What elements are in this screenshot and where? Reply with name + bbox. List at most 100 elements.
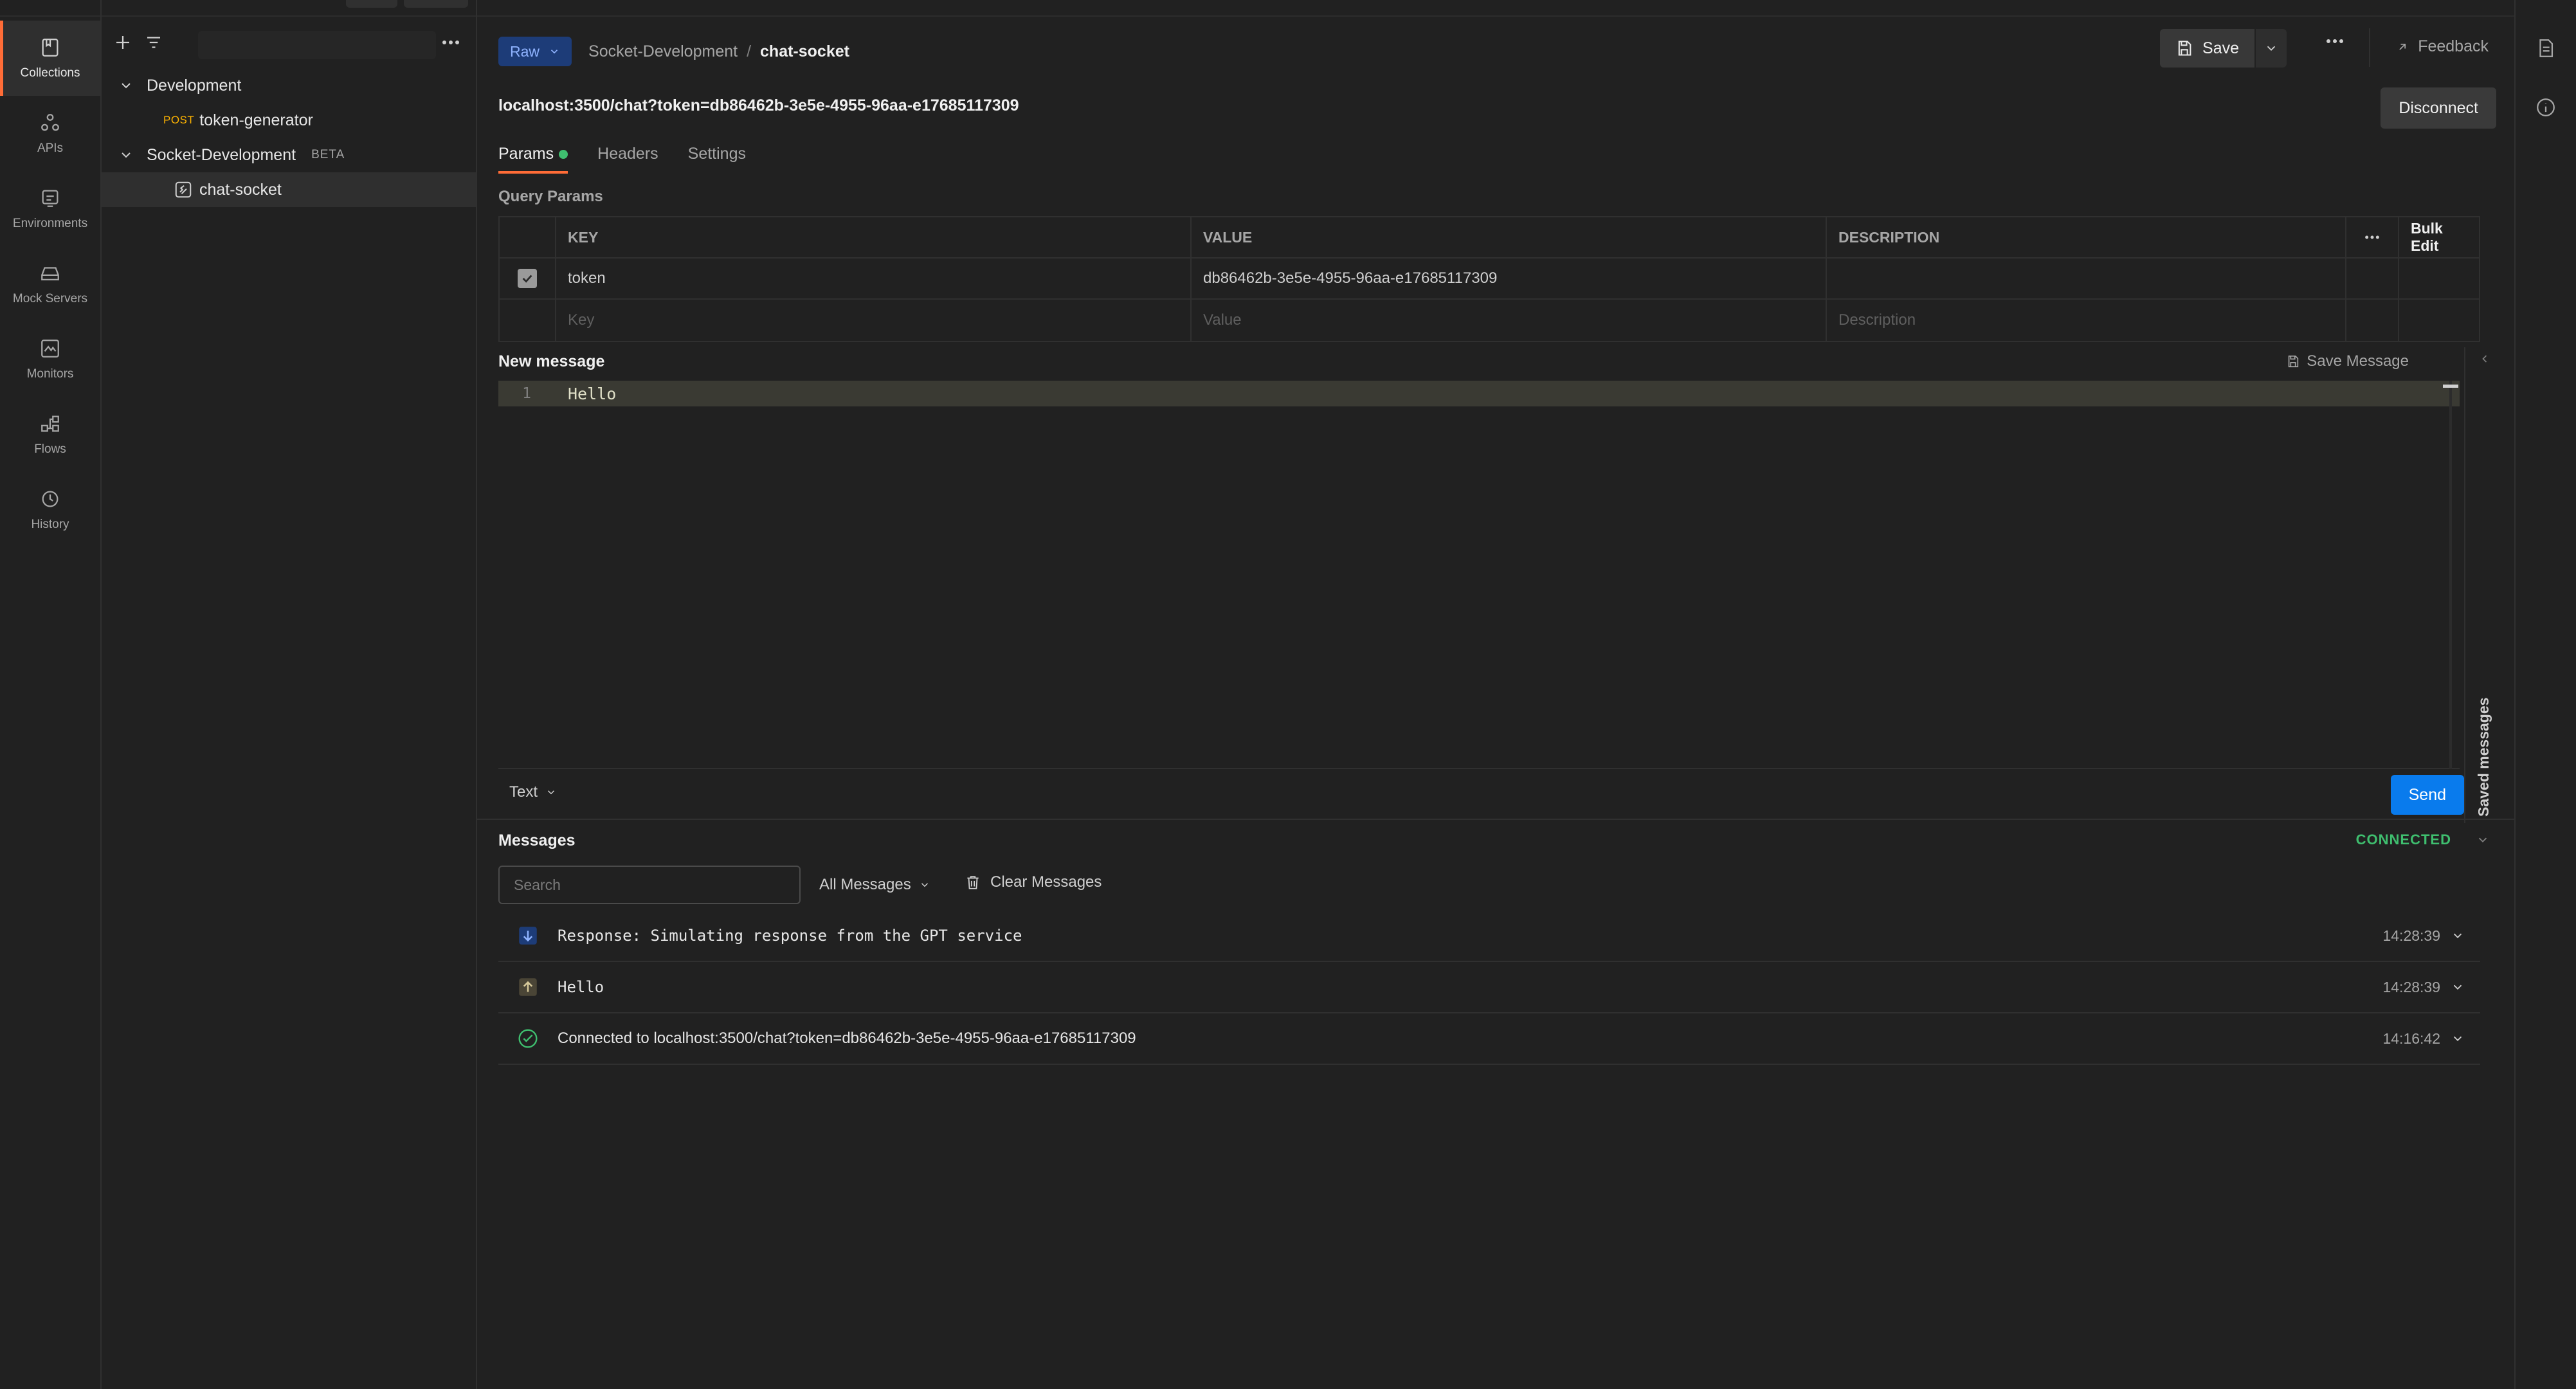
save-button[interactable]: Save xyxy=(2160,29,2254,68)
plus-icon[interactable] xyxy=(113,33,132,52)
empty-cell xyxy=(2399,300,2479,341)
chevron-down-icon[interactable] xyxy=(2451,1031,2465,1046)
rail-item-monitors[interactable]: Monitors xyxy=(0,322,100,397)
chevron-down-icon xyxy=(921,883,928,887)
arrow-up-icon xyxy=(519,978,537,996)
disconnect-button[interactable]: Disconnect xyxy=(2381,87,2496,129)
new-description-input[interactable]: Description xyxy=(1827,300,2346,341)
save-label: Save xyxy=(2202,39,2239,57)
save-message-button[interactable]: Save Message xyxy=(2286,352,2409,370)
history-icon xyxy=(42,491,59,507)
chevron-down-icon[interactable] xyxy=(2476,833,2490,847)
message-row[interactable]: Connected to localhost:3500/chat?token=d… xyxy=(498,1013,2480,1065)
breadcrumb-separator: / xyxy=(747,42,752,60)
tree-item-label: Socket-Development xyxy=(147,145,296,164)
send-button[interactable]: Send xyxy=(2390,775,2464,815)
more-icon[interactable] xyxy=(2325,37,2345,45)
editor-scrollbar[interactable] xyxy=(2443,381,2458,769)
chevron-down-icon[interactable] xyxy=(118,147,134,163)
tab-params[interactable]: Params xyxy=(498,145,568,174)
tab-label: Headers xyxy=(597,145,658,163)
message-row[interactable]: Hello 14:28:39 xyxy=(498,962,2480,1013)
table-row: token db86462b-3e5e-4955-96aa-e176851173… xyxy=(500,259,2479,300)
format-label: Text xyxy=(509,783,538,801)
chevron-down-icon xyxy=(550,50,558,54)
rail-label: History xyxy=(31,517,69,531)
rail-item-collections[interactable]: Collections xyxy=(0,21,100,96)
filter-icon[interactable] xyxy=(144,33,163,52)
empty-cell xyxy=(2399,259,2479,298)
param-value-cell[interactable]: db86462b-3e5e-4955-96aa-e17685117309 xyxy=(1192,259,1827,298)
message-filter-dropdown[interactable]: All Messages xyxy=(819,876,930,894)
rail-item-mock-servers[interactable]: Mock Servers xyxy=(0,246,100,322)
messages-search-input[interactable] xyxy=(498,866,801,904)
chevron-left-icon[interactable] xyxy=(2478,352,2491,365)
mode-dropdown[interactable]: Raw xyxy=(498,37,572,66)
sidebar-top-button[interactable] xyxy=(404,0,468,8)
message-text: Hello xyxy=(558,978,604,996)
clear-messages-button[interactable]: Clear Messages xyxy=(965,873,1102,891)
row-checkbox[interactable] xyxy=(518,269,537,288)
rail-item-apis[interactable]: APIs xyxy=(0,96,100,171)
monitors-icon xyxy=(41,339,59,358)
apis-icon xyxy=(41,113,59,131)
tree-item-socket-development[interactable]: Socket-Development BETA xyxy=(102,138,476,172)
sidebar-top-button[interactable] xyxy=(346,0,397,8)
messages-list: Response: Simulating response from the G… xyxy=(498,911,2480,1065)
message-text: Response: Simulating response from the G… xyxy=(558,927,1022,945)
breadcrumb-current[interactable]: chat-socket xyxy=(760,42,849,61)
arrow-down-icon xyxy=(519,927,537,945)
documentation-icon[interactable] xyxy=(2535,37,2557,59)
saved-messages-panel[interactable]: Saved messages xyxy=(2464,347,2503,823)
table-header-row: KEY VALUE DESCRIPTION Bulk Edit xyxy=(500,217,2479,259)
line-number: 1 xyxy=(522,385,531,402)
save-options-button[interactable] xyxy=(2256,29,2287,68)
sidebar: Development POST token-generator Socket-… xyxy=(102,0,477,1389)
message-editor[interactable]: 1 Hello xyxy=(498,381,2460,769)
param-key-cell[interactable]: token xyxy=(556,259,1192,298)
sidebar-search-input[interactable] xyxy=(198,31,436,59)
tree-item-label: Development xyxy=(147,76,242,95)
chevron-down-icon[interactable] xyxy=(118,78,134,93)
chevron-down-icon[interactable] xyxy=(2451,980,2465,994)
new-key-input[interactable]: Key xyxy=(556,300,1192,341)
new-value-input[interactable]: Value xyxy=(1192,300,1827,341)
sidebar-toolbar xyxy=(102,17,476,68)
tree-item-chat-socket[interactable]: chat-socket xyxy=(102,172,476,207)
params-active-dot xyxy=(559,149,568,159)
collections-icon xyxy=(42,38,59,57)
chevron-down-icon[interactable] xyxy=(2451,929,2465,943)
rail-label: Mock Servers xyxy=(12,291,88,305)
params-table: KEY VALUE DESCRIPTION Bulk Edit token db… xyxy=(498,216,2480,342)
message-direction-cell xyxy=(498,977,558,997)
scroll-thumb[interactable] xyxy=(2443,385,2458,388)
url-input[interactable]: localhost:3500/chat?token=db86462b-3e5e-… xyxy=(498,96,1019,115)
rail-item-environments[interactable]: Environments xyxy=(0,171,100,246)
tab-headers[interactable]: Headers xyxy=(597,145,658,174)
tab-settings[interactable]: Settings xyxy=(688,145,746,174)
info-icon[interactable] xyxy=(2535,96,2557,118)
more-icon[interactable] xyxy=(441,39,460,46)
format-dropdown[interactable]: Text xyxy=(509,783,557,801)
feedback-link[interactable]: Feedback xyxy=(2396,37,2489,56)
rail-item-flows[interactable]: Flows xyxy=(0,397,100,472)
table-options-button[interactable] xyxy=(2346,217,2399,257)
tree-item-token-generator[interactable]: POST token-generator xyxy=(102,103,476,138)
trash-icon xyxy=(967,876,979,889)
new-message-title: New message xyxy=(498,352,605,370)
param-description-cell[interactable] xyxy=(1827,259,2346,298)
bulk-edit-button[interactable]: Bulk Edit xyxy=(2399,217,2479,257)
rail-item-history[interactable]: History xyxy=(0,472,100,547)
tree-item-development[interactable]: Development xyxy=(102,68,476,103)
divider xyxy=(477,819,2514,820)
header-checkbox-cell xyxy=(500,217,556,257)
message-text: Connected to localhost:3500/chat?token=d… xyxy=(558,1030,1136,1047)
message-time: 14:28:39 xyxy=(2382,927,2440,944)
feedback-label: Feedback xyxy=(2418,37,2489,55)
method-badge: POST xyxy=(163,114,195,126)
right-rail xyxy=(2514,0,2576,1389)
breadcrumb-parent[interactable]: Socket-Development xyxy=(588,42,738,61)
empty-cell xyxy=(2346,259,2399,298)
message-row[interactable]: Response: Simulating response from the G… xyxy=(498,911,2480,962)
tree-item-label: chat-socket xyxy=(199,180,282,199)
